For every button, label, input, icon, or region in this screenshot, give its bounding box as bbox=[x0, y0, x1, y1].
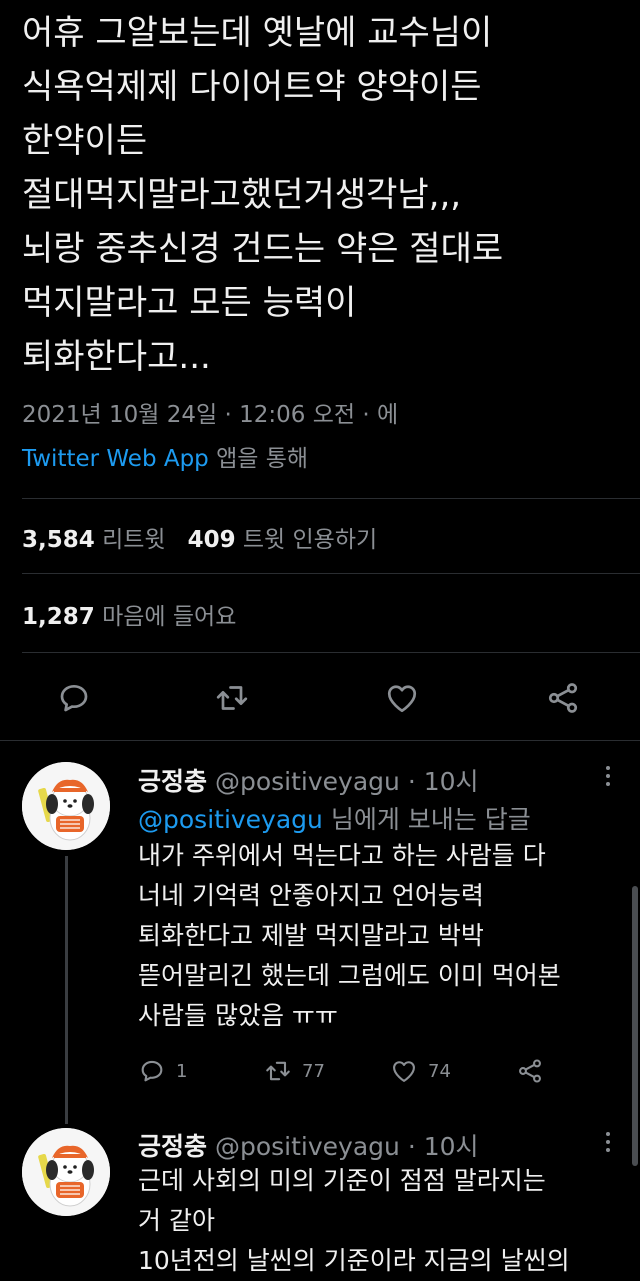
reply-button[interactable] bbox=[56, 680, 92, 716]
reply-count: 1 bbox=[176, 1060, 188, 1082]
retweet-icon bbox=[266, 1061, 290, 1081]
reply-text-line: 10년전의 날씬의 기준이라 지금의 날씬의 bbox=[138, 1246, 570, 1275]
reply-action-bar: 1 77 74 bbox=[138, 1055, 598, 1087]
like-stats: 1,287 마음에 들어요 bbox=[22, 597, 236, 631]
source-app-link[interactable]: Twitter Web App bbox=[22, 446, 209, 472]
retweets-count: 3,584 bbox=[22, 527, 95, 553]
retweets-label: 리트윗 bbox=[102, 527, 166, 553]
tweet-text: 어휴 그알보는데 옛날에 교수님이 식욕억제제 다이어트약 양약이든 한약이든 … bbox=[22, 6, 622, 384]
reply-author-handle[interactable]: @positiveyagu bbox=[215, 1132, 400, 1161]
pochacco-avatar-image bbox=[22, 762, 110, 850]
retweet-count: 77 bbox=[302, 1060, 325, 1082]
reply-text-line: 너네 기억력 안좋아지고 언어능력 bbox=[138, 881, 484, 910]
more-icon bbox=[606, 766, 610, 786]
replying-mention[interactable]: @positiveyagu bbox=[138, 805, 323, 834]
reply-text: 내가 주위에서 먹는다고 하는 사람들 다 너네 기억력 안좋아지고 언어능력 … bbox=[138, 836, 618, 1036]
reply-time[interactable]: · 10시 bbox=[408, 1132, 479, 1161]
reply-author-name[interactable]: 긍정충 bbox=[138, 1132, 207, 1161]
reply-author-name[interactable]: 긍정충 bbox=[138, 767, 207, 796]
tweet-text-line: 어휴 그알보는데 옛날에 교수님이 bbox=[22, 13, 493, 53]
tweet-text-line: 절대먹지말라고했던거생각남,,, bbox=[22, 175, 462, 215]
reply-text-line: 거 같아 bbox=[138, 1206, 215, 1235]
avatar[interactable] bbox=[22, 762, 110, 850]
quotes-link[interactable]: 409 트윗 인용하기 bbox=[188, 527, 378, 553]
reply-icon bbox=[141, 1060, 163, 1082]
share-button[interactable] bbox=[516, 1055, 554, 1087]
retweets-link[interactable]: 3,584 리트윗 bbox=[22, 527, 166, 553]
reply-text-line: 뜯어말리긴 했는데 그럼에도 이미 먹어본 bbox=[138, 961, 561, 990]
share-button[interactable] bbox=[545, 680, 581, 716]
avatar[interactable] bbox=[22, 1128, 110, 1216]
tweet-text-line: 먹지말라고 모든 능력이 bbox=[22, 283, 357, 323]
source-suffix: 앱을 통해 bbox=[208, 446, 309, 472]
reply-text: 근데 사회의 미의 기준이 점점 말라지는 거 같아 10년전의 날씬의 기준이… bbox=[138, 1161, 618, 1281]
more-button[interactable] bbox=[598, 1128, 618, 1158]
quotes-count: 409 bbox=[187, 527, 236, 553]
more-icon bbox=[606, 1132, 610, 1152]
scrollbar[interactable] bbox=[632, 886, 638, 1166]
like-count: 74 bbox=[428, 1060, 451, 1082]
section-divider bbox=[0, 740, 640, 741]
divider bbox=[22, 498, 640, 499]
thread-connector bbox=[65, 856, 68, 1124]
tweet-source: Twitter Web App 앱을 통해 bbox=[22, 437, 398, 481]
quotes-label: 트윗 인용하기 bbox=[242, 527, 378, 553]
tweet-action-bar bbox=[0, 670, 640, 726]
share-icon bbox=[519, 1059, 541, 1083]
reply-author-handle[interactable]: @positiveyagu bbox=[215, 767, 400, 796]
replying-to: @positiveyagu 님에게 보내는 답글 bbox=[138, 800, 531, 836]
replying-suffix: 님에게 보내는 답글 bbox=[322, 805, 531, 834]
reply-text-line: 내가 주위에서 먹는다고 하는 사람들 다 bbox=[138, 841, 546, 870]
divider bbox=[22, 573, 640, 574]
like-icon bbox=[387, 685, 417, 713]
like-button[interactable]: 74 bbox=[390, 1055, 451, 1087]
divider bbox=[22, 652, 640, 653]
reply-text-line: 퇴화한다고 제발 먹지말라고 박박 bbox=[138, 921, 484, 950]
retweet-stats: 3,584 리트윗 409 트윗 인용하기 bbox=[22, 520, 377, 554]
reply-header: 긍정충 @positiveyagu · 10시 bbox=[138, 762, 479, 798]
tweet-text-line: 한약이든 bbox=[22, 121, 148, 161]
pochacco-avatar-image bbox=[22, 1128, 110, 1216]
like-icon bbox=[393, 1061, 415, 1082]
tweet-text-line: 퇴화한다고... bbox=[22, 337, 211, 377]
reply-text-line: 근데 사회의 미의 기준이 점점 말라지는 bbox=[138, 1166, 546, 1195]
reply-time[interactable]: · 10시 bbox=[408, 767, 479, 796]
likes-link[interactable]: 1,287 마음에 들어요 bbox=[22, 604, 236, 630]
more-button[interactable] bbox=[598, 762, 618, 792]
retweet-button[interactable]: 77 bbox=[264, 1055, 325, 1087]
reply-icon bbox=[60, 684, 88, 712]
likes-label: 마음에 들어요 bbox=[102, 604, 237, 630]
tweet-text-line: 뇌랑 중추신경 건드는 약은 절대로 bbox=[22, 229, 504, 269]
reply-text-line: 사람들 많았음 ㅠㅠ bbox=[138, 1001, 338, 1030]
tweet-timestamp[interactable]: 2021년 10월 24일 · 12:06 오전 · 에 bbox=[22, 393, 398, 437]
reply-header: 긍정충 @positiveyagu · 10시 bbox=[138, 1127, 479, 1163]
retweet-icon bbox=[216, 686, 248, 710]
like-button[interactable] bbox=[384, 680, 420, 716]
likes-count: 1,287 bbox=[22, 604, 95, 630]
retweet-button[interactable] bbox=[214, 680, 250, 716]
reply-button[interactable]: 1 bbox=[138, 1055, 187, 1087]
tweet-meta: 2021년 10월 24일 · 12:06 오전 · 에 Twitter Web… bbox=[22, 393, 398, 481]
tweet-text-line: 식욕억제제 다이어트약 양약이든 bbox=[22, 67, 482, 107]
share-icon bbox=[548, 683, 578, 713]
